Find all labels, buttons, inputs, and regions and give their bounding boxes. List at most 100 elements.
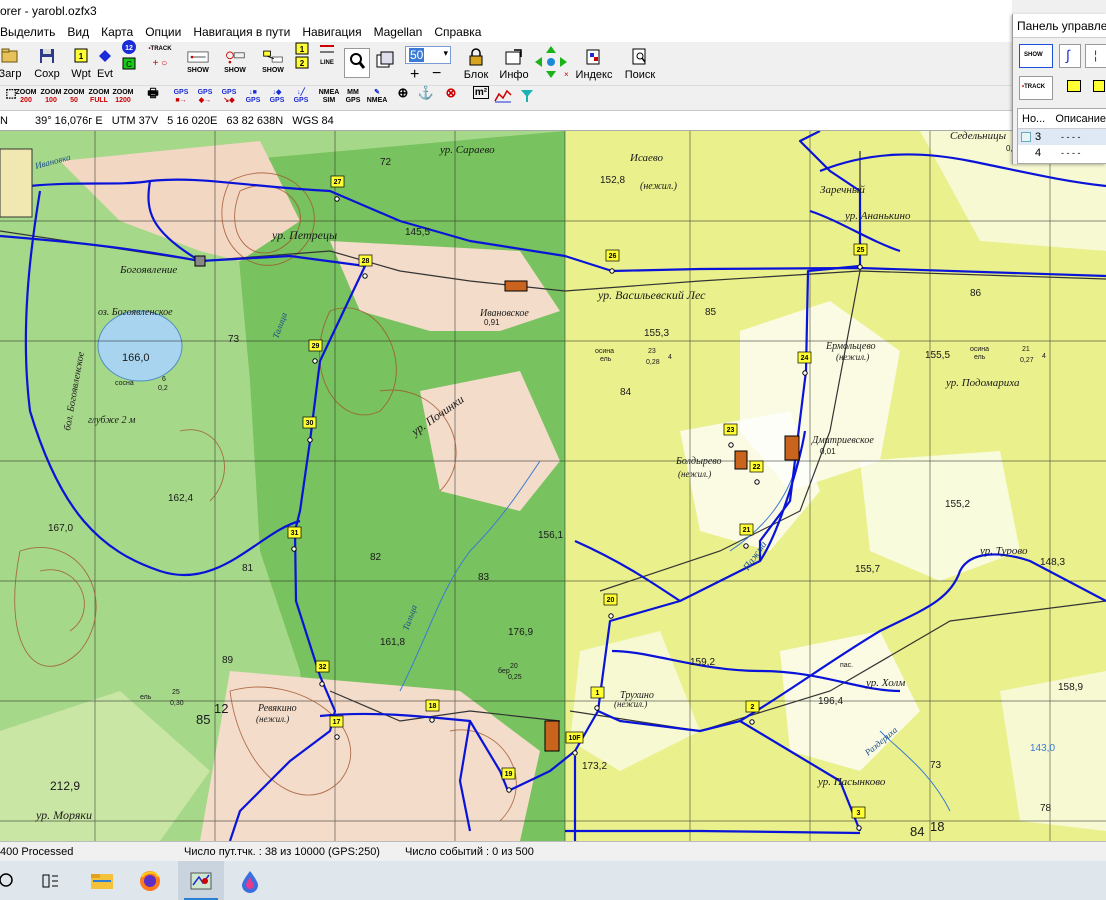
search-button[interactable]: Поиск bbox=[620, 45, 660, 81]
alarm-button[interactable]: ⊗ bbox=[440, 86, 462, 108]
checkbox-icon[interactable] bbox=[1021, 132, 1031, 142]
nmea-button[interactable]: ✎ NMEA bbox=[366, 89, 388, 108]
svg-text:25: 25 bbox=[857, 247, 865, 254]
gps-track-button[interactable]: GPS ↘◆ bbox=[218, 89, 240, 108]
gps-download-button[interactable]: GPS ◆→ bbox=[194, 89, 216, 108]
panel-extra-button[interactable] bbox=[1091, 76, 1106, 100]
waypoint-button[interactable]: 1 Wpt bbox=[70, 44, 92, 80]
event-button[interactable]: Evt bbox=[94, 44, 116, 80]
track-button[interactable]: •TRACK + ○ bbox=[144, 46, 176, 69]
nmea-sim-button[interactable]: NMEA SIM bbox=[318, 89, 340, 108]
zoom-200-button[interactable]: ZOOM 200 bbox=[15, 89, 37, 108]
map-canvas[interactable]: ур. Сараево Исаево (нежил.) Заречный ур.… bbox=[0, 131, 1106, 841]
panel-show-button[interactable]: SHOW bbox=[1019, 44, 1053, 68]
save-button[interactable]: Сохр bbox=[32, 44, 62, 80]
anchor-button[interactable]: ⚓ bbox=[415, 86, 437, 108]
zoom-1200-bottom: 1200 bbox=[115, 97, 131, 104]
firefox-icon[interactable] bbox=[136, 867, 164, 895]
zoom-full-button[interactable]: ZOOM FULL bbox=[88, 89, 110, 108]
gps-receive-track-button[interactable]: ↓╱ GPS bbox=[290, 89, 312, 108]
m2-button[interactable]: m² bbox=[470, 86, 492, 108]
place-label: (нежил.) bbox=[614, 699, 647, 709]
place-label: Дмитриевское bbox=[811, 435, 874, 446]
graph-button[interactable] bbox=[492, 89, 514, 108]
windows-taskbar bbox=[0, 861, 1106, 900]
zoom-50-button[interactable]: ZOOM 50 bbox=[63, 89, 85, 108]
info-button[interactable]: Инфо bbox=[499, 45, 529, 81]
elevation-label: 155,3 bbox=[644, 328, 669, 339]
print-button[interactable]: 🖶 bbox=[142, 87, 164, 108]
secondary-toolbar: ⬚ ZOOM 200 ZOOM 100 ZOOM 50 ZOOM FULL ZOOM 12… bbox=[0, 86, 1012, 111]
menu-moving-nav[interactable]: Навигация в пути bbox=[187, 25, 296, 39]
elevation-label: 73 bbox=[930, 760, 942, 771]
crosshair-button[interactable]: ⊕ bbox=[392, 86, 414, 108]
place-label: Богоявление bbox=[119, 264, 177, 276]
elevation-label: 152,8 bbox=[600, 175, 625, 186]
zoom-100-button[interactable]: ZOOM 100 bbox=[40, 89, 62, 108]
control-panel-title[interactable]: Панель управле bbox=[1013, 14, 1106, 38]
panel-track-button[interactable]: •TRACK bbox=[1019, 76, 1053, 100]
drop-app-icon[interactable] bbox=[236, 867, 264, 895]
lat-suffix: N bbox=[0, 114, 8, 127]
panel-waypoint-button[interactable] bbox=[1063, 76, 1085, 100]
zoom-out-button[interactable]: − bbox=[432, 65, 441, 83]
show-track-button[interactable]: SHOW bbox=[183, 45, 213, 74]
panel-track-line-button[interactable]: ∫ bbox=[1059, 44, 1081, 68]
gps-receive-button[interactable]: ↓■ GPS bbox=[242, 89, 264, 108]
load-button[interactable]: Загр bbox=[0, 44, 22, 80]
zoom-1200-button[interactable]: ZOOM 1200 bbox=[112, 89, 134, 108]
menu-magellan[interactable]: Magellan bbox=[368, 25, 429, 39]
menu-select[interactable]: Выделить bbox=[0, 25, 61, 39]
mm-gps-button[interactable]: MM GPS bbox=[342, 89, 364, 108]
menu-navigation[interactable]: Навигация bbox=[296, 25, 367, 39]
gps-receive-wpt-button[interactable]: ↓◆ GPS bbox=[266, 89, 288, 108]
map-window-button[interactable] bbox=[372, 48, 398, 78]
waypoint-flag-icon: 1 bbox=[70, 46, 92, 66]
place-label: ур. Ананькино bbox=[844, 210, 911, 222]
forest-label: осина bbox=[595, 348, 614, 355]
elevation-label: 72 bbox=[380, 157, 392, 168]
menu-options[interactable]: Опции bbox=[139, 25, 187, 39]
diamond-icon bbox=[94, 46, 116, 66]
datum: WGS 84 bbox=[292, 114, 334, 127]
zoom-tool-button[interactable] bbox=[344, 48, 370, 78]
menu-help[interactable]: Справка bbox=[428, 25, 487, 39]
elevation-label: 85 bbox=[196, 712, 210, 727]
menu-map[interactable]: Карта bbox=[95, 25, 139, 39]
column-number[interactable]: Но... bbox=[1018, 113, 1051, 125]
active-app-highlight[interactable] bbox=[178, 861, 224, 900]
svg-text:2: 2 bbox=[751, 704, 755, 711]
plus-icon: + bbox=[410, 66, 420, 83]
load-label: Загр bbox=[0, 68, 22, 80]
column-description[interactable]: Описание bbox=[1051, 113, 1106, 125]
overview-thumbnail[interactable] bbox=[0, 148, 33, 218]
filter-button[interactable] bbox=[516, 89, 538, 108]
track-plus-icon: + ○ bbox=[152, 58, 168, 69]
gps-upload-button[interactable]: GPS ■→ bbox=[170, 89, 192, 108]
search-icon[interactable] bbox=[0, 867, 20, 895]
panel-vertical-button[interactable]: ¦ bbox=[1085, 44, 1106, 68]
zoom-select[interactable]: 50 ▾ bbox=[405, 46, 451, 64]
block-button[interactable]: Блок bbox=[461, 45, 491, 81]
file-explorer-icon[interactable] bbox=[88, 867, 116, 895]
elevation-label: 212,9 bbox=[50, 779, 80, 793]
task-view-icon[interactable] bbox=[36, 867, 64, 895]
table-row[interactable]: 3 - - - - bbox=[1018, 129, 1106, 145]
waypoint-stack-button[interactable]: 12 bbox=[292, 42, 314, 69]
table-row[interactable]: 4 - - - - bbox=[1018, 145, 1106, 161]
forest-label: 23 bbox=[648, 348, 656, 355]
forest-label: 0,25 bbox=[508, 674, 522, 681]
line-button[interactable]: LINE bbox=[316, 45, 338, 67]
pan-arrows-button[interactable]: × bbox=[532, 44, 570, 83]
elevation-label: 145,5 bbox=[405, 227, 430, 238]
elevation-label: 12 bbox=[214, 701, 228, 716]
route-button[interactable]: 12 C bbox=[118, 40, 140, 70]
zoom-full-bottom: FULL bbox=[90, 97, 108, 104]
zoom-in-button[interactable]: + bbox=[410, 66, 419, 84]
show-events-button[interactable]: SHOW bbox=[220, 45, 250, 74]
place-label: (нежил.) bbox=[640, 181, 678, 192]
index-button[interactable]: Индекс bbox=[576, 45, 612, 81]
menu-view[interactable]: Вид bbox=[61, 25, 95, 39]
show-waypoints-button[interactable]: SHOW bbox=[258, 45, 288, 74]
elevation-label: 196,4 bbox=[818, 696, 843, 707]
